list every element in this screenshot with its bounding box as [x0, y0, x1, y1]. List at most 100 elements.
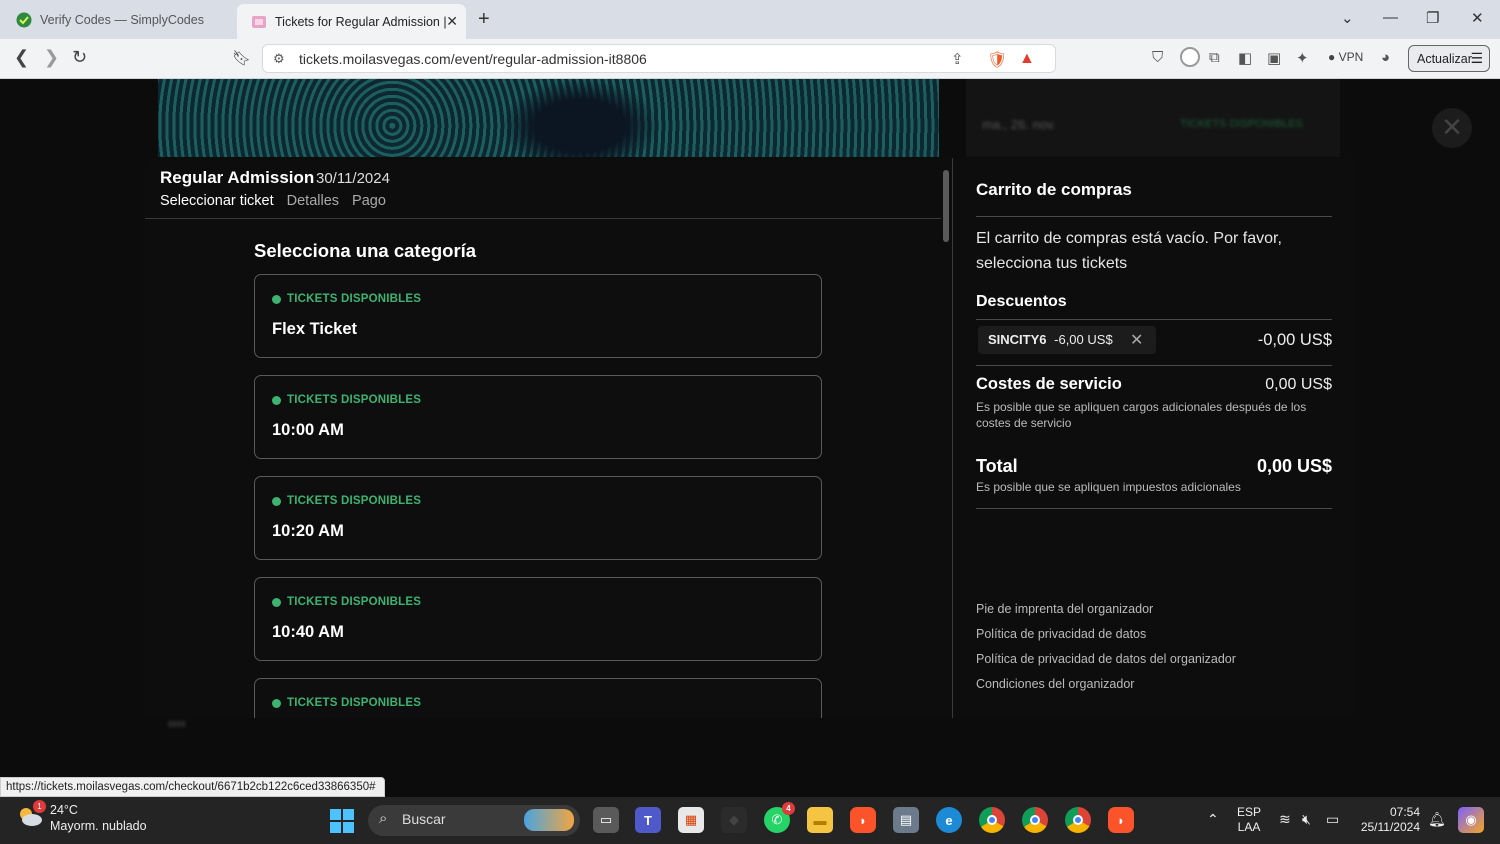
app-icon[interactable]: ◆: [721, 807, 747, 833]
brave-beta-icon[interactable]: ◗: [1108, 807, 1134, 833]
bookmark-icon[interactable]: 🔖︎: [232, 49, 251, 67]
link-organizer-privacy-policy[interactable]: Política de privacidad de datos del orga…: [976, 652, 1236, 677]
remove-discount-icon[interactable]: ✕: [1130, 330, 1143, 350]
divider: [976, 508, 1332, 509]
discounts-title: Descuentos: [976, 293, 1067, 310]
chrome-profile-icon[interactable]: [1065, 807, 1091, 833]
available-dot-icon: [272, 597, 281, 607]
category-card-1020[interactable]: TICKETS DISPONIBLES 10:20 AM: [254, 476, 822, 560]
microsoft-store-icon[interactable]: ▦: [678, 807, 704, 833]
menu-icon: ☰: [1470, 50, 1483, 66]
cart-empty-message: El carrito de compras está vacío. Por fa…: [976, 230, 1282, 272]
availability-label: TICKETS DISPONIBLES: [287, 293, 422, 305]
calculator-icon[interactable]: ▤: [893, 807, 919, 833]
discount-code: SINCITY6: [988, 332, 1047, 347]
discount-chip: SINCITY6 -6,00 US$ ✕: [978, 326, 1156, 354]
divider: [976, 216, 1332, 217]
category-card-1000[interactable]: TICKETS DISPONIBLES 10:00 AM: [254, 375, 822, 459]
file-explorer-icon[interactable]: ▬: [807, 807, 833, 833]
link-organizer-imprint[interactable]: Pie de imprenta del organizador: [976, 602, 1236, 627]
search-icon: ⌕: [379, 810, 388, 827]
brave-shields-icon[interactable]: 🛡︎: [987, 50, 1007, 70]
availability-status: TICKETS DISPONIBLES: [272, 293, 421, 305]
copilot-icon[interactable]: ◉: [1458, 807, 1484, 833]
close-window-icon[interactable]: ✕: [1471, 9, 1484, 27]
weather-widget[interactable]: 1 24°C Mayorm. nublado: [16, 800, 147, 834]
teams-icon[interactable]: T: [635, 807, 661, 833]
service-costs-note: Es posible que se apliquen cargos adicio…: [976, 400, 1307, 430]
brave-browser-icon[interactable]: ◗: [850, 807, 876, 833]
forward-icon[interactable]: ❯: [44, 47, 59, 68]
category-name: 10:20 AM: [272, 522, 344, 540]
reload-icon[interactable]: ↻: [72, 47, 87, 68]
taskbar-search[interactable]: ⌕ Buscar: [368, 805, 580, 836]
link-privacy-policy[interactable]: Política de privacidad de datos: [976, 627, 1236, 652]
tickets-favicon-icon: [252, 15, 266, 28]
wallet-icon[interactable]: ▣: [1267, 49, 1281, 67]
chrome-icon[interactable]: [979, 807, 1005, 833]
update-button[interactable]: Actualizar ☰: [1408, 45, 1490, 72]
speaker-muted-icon[interactable]: 🔇︎: [1302, 811, 1311, 828]
cloudy-weather-icon: 1: [16, 800, 46, 830]
battery-icon[interactable]: ▭: [1326, 811, 1339, 828]
availability-status: TICKETS DISPONIBLES: [272, 596, 421, 608]
vpn-button[interactable]: ● VPN: [1322, 47, 1369, 71]
close-modal-icon[interactable]: ✕: [1432, 108, 1472, 148]
total-note: Es posible que se apliquen impuestos adi…: [976, 480, 1241, 494]
tab-tickets[interactable]: Tickets for Regular Admission | ✕: [237, 4, 466, 39]
available-dot-icon: [272, 698, 281, 708]
tab-simplycodes[interactable]: Verify Codes — SimplyCodes: [2, 4, 234, 35]
new-tab-icon[interactable]: +: [478, 8, 490, 31]
category-name: 10:40 AM: [272, 623, 344, 641]
edge-icon[interactable]: e: [936, 807, 962, 833]
service-costs-title: Costes de servicio: [976, 375, 1122, 393]
chrome-profile-icon[interactable]: [1022, 807, 1048, 833]
profile-extension-icon[interactable]: [1180, 47, 1200, 67]
shield-extension-icon[interactable]: ⛉: [1152, 49, 1163, 66]
discount-amount: -6,00 US$: [1054, 332, 1113, 347]
browser-toolbar: ❮ ❯ ↻ 🔖︎ ⚙ tickets.moilasvegas.com/event…: [0, 39, 1500, 79]
task-view-icon[interactable]: ▭: [593, 807, 619, 833]
discount-applied-value: -0,00 US$: [1257, 331, 1332, 349]
category-card-flex[interactable]: TICKETS DISPONIBLES Flex Ticket: [254, 274, 822, 358]
share-icon[interactable]: ⇪: [951, 50, 964, 68]
sidebar-icon[interactable]: ◧: [1238, 49, 1252, 67]
date: 25/11/2024: [1360, 820, 1420, 834]
whatsapp-icon[interactable]: ✆ 4: [764, 802, 795, 833]
avatar[interactable]: ◕: [1381, 49, 1390, 66]
category-card-1040[interactable]: TICKETS DISPONIBLES 10:40 AM: [254, 577, 822, 661]
site-settings-icon[interactable]: ⚙: [273, 51, 285, 67]
scrollbar[interactable]: [942, 164, 950, 719]
address-bar[interactable]: ⚙ tickets.moilasvegas.com/event/regular-…: [262, 44, 1056, 73]
show-hidden-icons-icon[interactable]: ⌃: [1207, 811, 1219, 828]
status-bar-url: https://tickets.moilasvegas.com/checkout…: [0, 777, 385, 797]
checkout-modal: Regular Admission 30/11/2024 Seleccionar…: [145, 158, 1355, 718]
wifi-icon[interactable]: ≋: [1279, 811, 1291, 828]
back-icon[interactable]: ❮: [14, 47, 29, 68]
leo-ai-icon[interactable]: ✦: [1296, 49, 1309, 67]
available-dot-icon: [272, 395, 281, 405]
clock[interactable]: 07:54 25/11/2024: [1356, 805, 1420, 835]
weather-desc: Mayorm. nublado: [50, 819, 147, 833]
restore-icon[interactable]: ❐: [1426, 9, 1439, 27]
link-organizer-terms[interactable]: Condiciones del organizador: [976, 677, 1236, 702]
availability-status: TICKETS DISPONIBLES: [272, 697, 421, 709]
minimize-icon[interactable]: —: [1383, 9, 1398, 26]
availability-status: TICKETS DISPONIBLES: [272, 495, 421, 507]
chevron-down-icon[interactable]: ⌄: [1341, 9, 1354, 27]
brave-rewards-icon[interactable]: ▲: [1019, 50, 1035, 68]
weather-badge: 1: [33, 800, 46, 813]
notification-icon[interactable]: 🔔︎: [1428, 811, 1446, 828]
windows-start-icon[interactable]: [330, 809, 354, 833]
category-card-next[interactable]: TICKETS DISPONIBLES: [254, 678, 822, 718]
vpn-label: VPN: [1338, 50, 1364, 64]
tab-title: Tickets for Regular Admission |: [275, 14, 447, 29]
language-indicator[interactable]: ESP LAA: [1237, 805, 1261, 835]
scrollbar-thumb[interactable]: [943, 170, 949, 242]
puzzle-extensions-icon[interactable]: ⧉: [1209, 49, 1220, 66]
close-tab-icon[interactable]: ✕: [446, 13, 458, 30]
availability-label: TICKETS DISPONIBLES: [287, 697, 422, 709]
browser-tabbar: Verify Codes — SimplyCodes Tickets for R…: [0, 0, 1500, 39]
divider: [976, 365, 1332, 366]
category-title: Selecciona una categoría: [254, 240, 477, 261]
